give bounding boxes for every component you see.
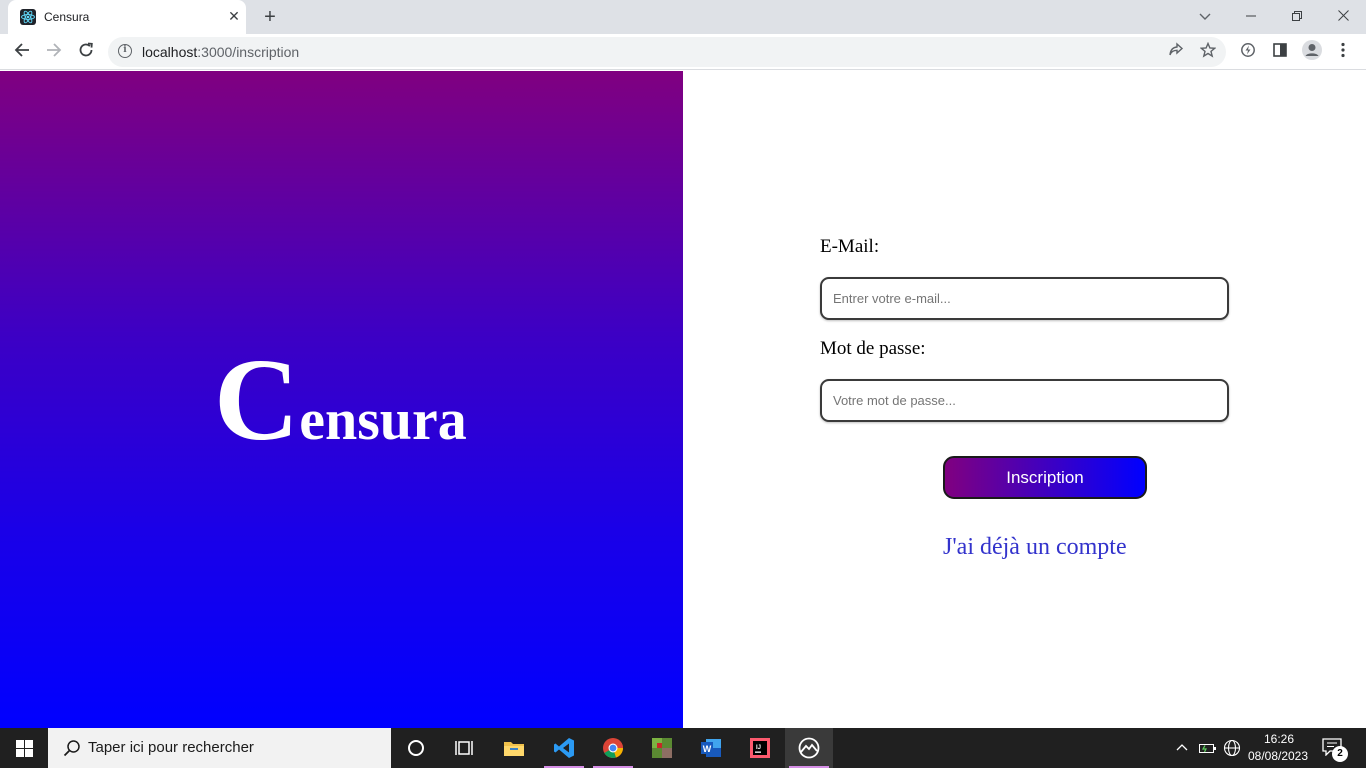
close-tab-icon[interactable]: ✕ [226,8,242,24]
tab-title: Censura [44,10,90,24]
vscode-icon[interactable] [540,728,588,768]
minecraft-icon[interactable] [638,728,686,768]
cortana-icon[interactable] [392,728,440,768]
show-hidden-icons[interactable] [1170,728,1194,768]
side-panel-icon[interactable] [1267,39,1293,65]
login-link[interactable]: J'ai déjà un compte [943,534,1127,561]
signup-button[interactable]: Inscription [943,456,1147,499]
react-icon [20,9,36,25]
tab-search-icon[interactable] [1194,5,1216,27]
browser-titlebar: Censura ✕ + [0,0,1366,34]
restore-button[interactable] [1274,2,1320,30]
signup-form: E-Mail: Mot de passe: Inscription J'ai d… [683,71,1366,728]
taskbar-search-box[interactable]: Taper ici pour rechercher [48,728,391,768]
url-path: :3000/inscription [197,44,300,60]
browser-toolbar: i localhost:3000/inscription [0,34,1366,70]
network-globe-icon[interactable] [1220,728,1244,768]
task-view-icon[interactable] [440,728,488,768]
share-icon[interactable] [1163,39,1189,65]
censura-logo: Censura [214,341,467,459]
info-icon[interactable]: i [118,44,132,58]
search-placeholder: Taper ici pour rechercher [88,739,254,756]
intellij-icon[interactable]: IJ [736,728,784,768]
clock-time[interactable]: 16:26 [1249,732,1309,746]
word-icon[interactable]: W [687,728,735,768]
windows-taskbar: Taper ici pour rechercher W IJ 16:26 08/… [0,728,1366,768]
url-host: localhost [142,44,198,60]
logo-initial: C [214,334,300,465]
new-tab-button[interactable]: + [258,5,282,29]
password-field[interactable] [820,379,1229,422]
logo-rest: ensura [299,387,467,452]
url-text[interactable]: localhost:3000/inscription [142,44,299,60]
email-field[interactable] [820,277,1229,320]
browser-tab[interactable]: Censura ✕ [8,0,246,34]
password-label: Mot de passe: [820,338,926,359]
back-arrow-icon[interactable] [9,39,35,65]
address-bar[interactable]: i localhost:3000/inscription [108,37,1226,67]
profile-icon[interactable] [1299,39,1325,65]
clock-date[interactable]: 08/08/2023 [1246,749,1310,763]
extension-icon[interactable] [1235,39,1261,65]
active-app-icon[interactable] [785,728,833,768]
notification-count-badge: 2 [1332,746,1348,762]
svg-text:IJ: IJ [756,745,761,751]
reload-icon[interactable] [73,39,99,65]
hero-panel: Censura [0,71,683,728]
battery-icon[interactable] [1196,728,1220,768]
kebab-menu-icon[interactable] [1330,39,1356,65]
windows-start-icon[interactable] [0,728,48,768]
chrome-icon[interactable] [589,728,637,768]
svg-text:W: W [703,744,712,754]
forward-arrow-icon[interactable] [41,39,67,65]
minimize-button[interactable] [1228,2,1274,30]
file-explorer-icon[interactable] [490,728,538,768]
page-content: Censura E-Mail: Mot de passe: Inscriptio… [0,71,1366,728]
star-icon[interactable] [1195,39,1221,65]
search-icon [63,740,80,757]
close-window-button[interactable] [1320,2,1366,30]
email-label: E-Mail: [820,236,880,257]
